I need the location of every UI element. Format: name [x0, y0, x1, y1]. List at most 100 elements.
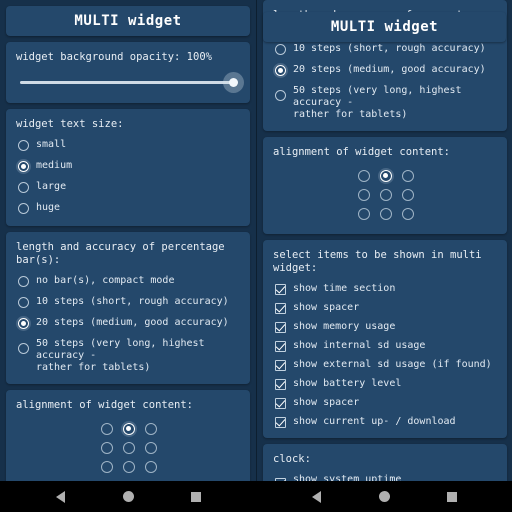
nav-back-button-left[interactable]	[47, 481, 73, 512]
radio-option-medium[interactable]: medium	[16, 160, 241, 174]
radio-icon[interactable]	[18, 182, 29, 193]
radio-icon[interactable]	[275, 90, 286, 101]
align-bottom-center[interactable]	[122, 460, 135, 473]
checkbox-show-spacer-1[interactable]: show spacer	[273, 302, 498, 314]
align-bottom-left[interactable]	[100, 460, 113, 473]
radio-option-label: huge	[36, 202, 61, 213]
radio-icon[interactable]	[275, 44, 286, 55]
radio-icon[interactable]	[275, 65, 286, 76]
checkbox-icon[interactable]	[275, 417, 286, 428]
align-bottom-right[interactable]	[401, 207, 414, 220]
radio-option-label: 10 steps (short, rough accuracy)	[293, 43, 486, 54]
radio-option-label: 50 steps (very long, highest accuracy - …	[36, 338, 205, 373]
radio-option-label: medium	[36, 160, 73, 171]
align-middle-center[interactable]	[379, 188, 392, 201]
widget-background-opacity-slider[interactable]	[20, 72, 244, 94]
checkbox-icon[interactable]	[275, 341, 286, 352]
align-middle-left[interactable]	[100, 441, 113, 454]
radio-icon[interactable]	[18, 161, 29, 172]
radio-icon[interactable]	[18, 297, 29, 308]
checkbox-icon[interactable]	[275, 398, 286, 409]
multi-widget-items-label: select items to be shown in multi widget…	[273, 249, 482, 274]
radio-option-small[interactable]: small	[16, 139, 241, 153]
checkbox-label: show system uptime (time since last (re-…	[293, 474, 402, 481]
radio-option-no-bars[interactable]: no bar(s), compact mode	[16, 275, 241, 289]
back-triangle-icon	[311, 490, 321, 503]
align-middle-right[interactable]	[144, 441, 157, 454]
slider-thumb[interactable]	[229, 78, 238, 87]
checkbox-label: show battery level	[293, 378, 402, 389]
align-middle-right[interactable]	[401, 188, 414, 201]
radio-option-10-steps[interactable]: 10 steps (short, rough accuracy)	[16, 296, 241, 310]
checkbox-show-current-up-download[interactable]: show current up- / download	[273, 416, 498, 428]
nav-recents-button-left[interactable]	[183, 481, 209, 512]
checkbox-icon[interactable]	[275, 303, 286, 314]
checkbox-show-spacer-2[interactable]: show spacer	[273, 397, 498, 409]
radio-option-label: small	[36, 139, 67, 150]
percentage-bar-length-label: length and accuracy of percentage bar(s)…	[16, 241, 225, 266]
radio-icon[interactable]	[18, 276, 29, 287]
checkbox-icon[interactable]	[275, 284, 286, 295]
checkbox-show-external-sd-usage[interactable]: show external sd usage (if found)	[273, 359, 498, 371]
radio-option-10-steps[interactable]: 10 steps (short, rough accuracy)	[273, 43, 498, 57]
checkbox-show-battery-level[interactable]: show battery level	[273, 378, 498, 390]
radio-option-50-steps[interactable]: 50 steps (very long, highest accuracy - …	[16, 338, 241, 374]
checkbox-show-time-section[interactable]: show time section	[273, 283, 498, 295]
align-top-left[interactable]	[100, 422, 113, 435]
radio-option-label: large	[36, 181, 67, 192]
align-top-right[interactable]	[144, 422, 157, 435]
right-pane-scroll-area[interactable]: length and accuracy of percentage bar(s)…	[257, 0, 512, 481]
align-middle-center[interactable]	[122, 441, 135, 454]
align-bottom-left[interactable]	[357, 207, 370, 220]
checkbox-icon[interactable]	[275, 360, 286, 371]
radio-option-20-steps[interactable]: 20 steps (medium, good accuracy)	[16, 317, 241, 331]
back-triangle-icon	[55, 490, 65, 503]
multi-widget-items-card: select items to be shown in multi widget…	[263, 240, 507, 438]
android-navigation-bar	[0, 481, 512, 512]
radio-icon[interactable]	[18, 203, 29, 214]
checkbox-show-memory-usage[interactable]: show memory usage	[273, 321, 498, 333]
widget-alignment-card: alignment of widget content:	[6, 390, 250, 481]
checkbox-label: show spacer	[293, 302, 360, 313]
widget-background-opacity-label: widget background opacity: 100%	[16, 51, 212, 63]
align-top-left[interactable]	[357, 169, 370, 182]
page-title: MULTI widget	[74, 13, 182, 29]
radio-option-20-steps[interactable]: 20 steps (medium, good accuracy)	[273, 64, 498, 78]
checkbox-show-internal-sd-usage[interactable]: show internal sd usage	[273, 340, 498, 352]
checkbox-label: show time section	[293, 283, 396, 294]
left-pane-scroll-area[interactable]: MULTI widget widget background opacity: …	[0, 0, 256, 481]
nav-recents-button-right[interactable]	[439, 481, 465, 512]
radio-option-huge[interactable]: huge	[16, 202, 241, 216]
checkbox-icon[interactable]	[275, 379, 286, 390]
align-bottom-center[interactable]	[379, 207, 392, 220]
radio-option-large[interactable]: large	[16, 181, 241, 195]
home-circle-icon	[122, 491, 134, 502]
widget-background-opacity-card: widget background opacity: 100%	[6, 42, 250, 103]
radio-option-label: 20 steps (medium, good accuracy)	[293, 64, 486, 75]
radio-icon[interactable]	[18, 140, 29, 151]
align-middle-left[interactable]	[357, 188, 370, 201]
radio-icon[interactable]	[18, 343, 29, 354]
checkbox-label: show spacer	[293, 397, 360, 408]
slider-track	[20, 81, 237, 84]
align-bottom-right[interactable]	[144, 460, 157, 473]
align-top-center[interactable]	[379, 169, 392, 182]
navigation-bar-left-half	[0, 481, 256, 512]
radio-icon[interactable]	[18, 318, 29, 329]
nav-home-button-left[interactable]	[115, 481, 141, 512]
recents-square-icon	[191, 491, 201, 502]
nav-back-button-right[interactable]	[303, 481, 329, 512]
radio-option-50-steps[interactable]: 50 steps (very long, highest accuracy - …	[273, 85, 498, 121]
alignment-grid	[16, 418, 241, 476]
recents-square-icon	[447, 491, 457, 502]
align-top-right[interactable]	[401, 169, 414, 182]
checkbox-label: show external sd usage (if found)	[293, 359, 492, 370]
home-circle-icon	[378, 491, 390, 502]
align-top-center[interactable]	[122, 422, 135, 435]
checkbox-icon[interactable]	[275, 322, 286, 333]
widget-text-size-card: widget text size: small medium large hug…	[6, 109, 250, 226]
checkbox-show-system-uptime[interactable]: show system uptime (time since last (re-…	[273, 474, 498, 481]
navigation-bar-right-half	[256, 481, 512, 512]
nav-home-button-right[interactable]	[371, 481, 397, 512]
radio-option-label: 20 steps (medium, good accuracy)	[36, 317, 229, 328]
